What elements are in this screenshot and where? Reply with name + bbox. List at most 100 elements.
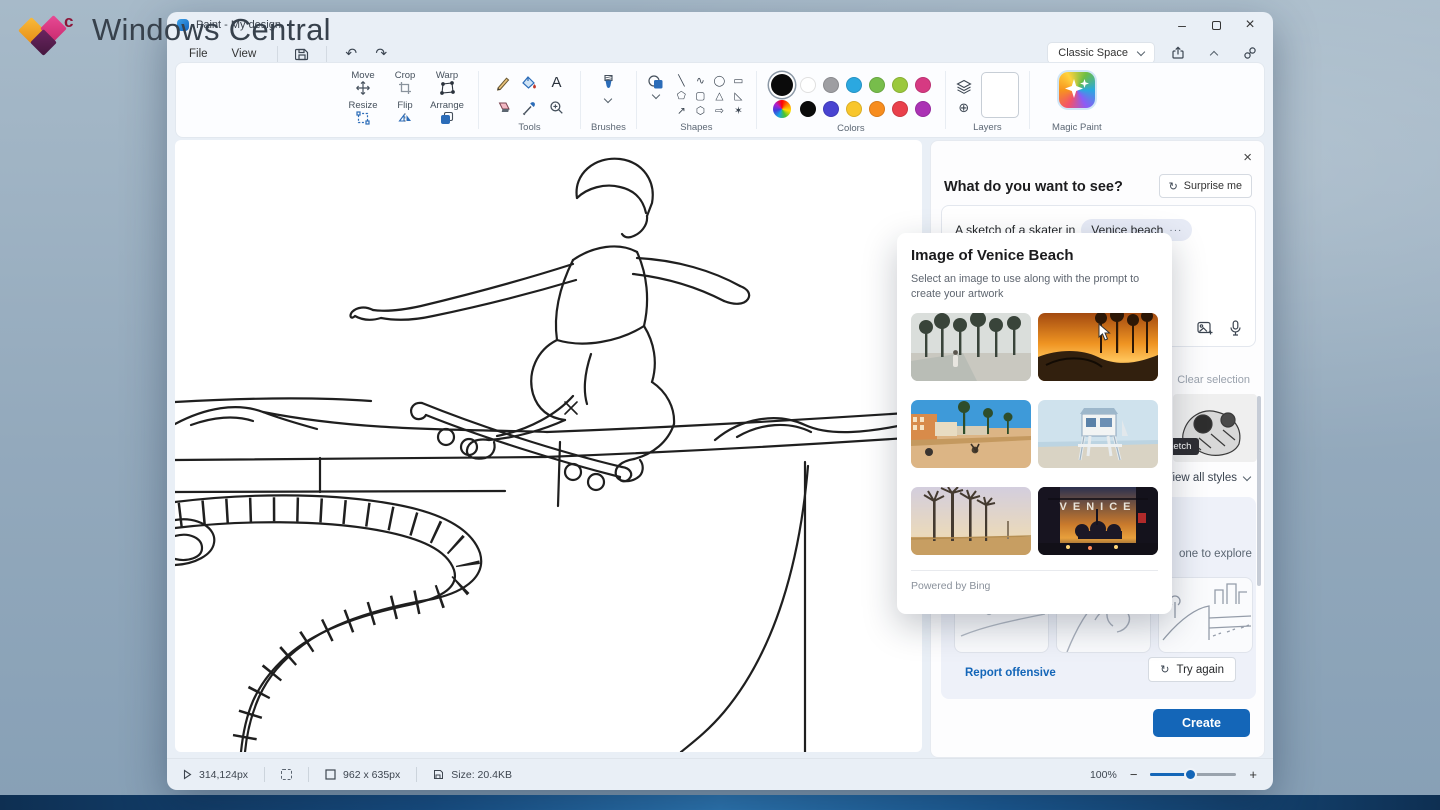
- zoom-in-button[interactable]: +: [1249, 767, 1257, 782]
- mouse-cursor-icon: [1098, 323, 1111, 341]
- share-icon[interactable]: [1165, 42, 1191, 64]
- rounded-rectangle-shape-icon[interactable]: ▢: [693, 90, 708, 103]
- shapes-icon: [647, 74, 665, 90]
- surprise-me-button[interactable]: ↻ Surprise me: [1159, 174, 1252, 198]
- microphone-icon[interactable]: [1230, 320, 1241, 336]
- results-hint-text: one to explore: [1179, 548, 1252, 560]
- crop-icon: [398, 81, 412, 95]
- minimize-button[interactable]: –: [1165, 12, 1199, 38]
- color-wheel-icon[interactable]: [773, 100, 791, 118]
- link-icon[interactable]: [1237, 42, 1263, 64]
- color-swatch[interactable]: [915, 101, 931, 117]
- pencil-tool[interactable]: [495, 75, 511, 91]
- arrange-tool[interactable]: Arrange: [426, 100, 468, 130]
- bing-image-sunset-skatepark[interactable]: [1038, 313, 1158, 381]
- color-swatch[interactable]: [800, 77, 816, 93]
- skater-sketch: [175, 140, 922, 752]
- bing-image-boardwalk-palms-overcast[interactable]: [911, 313, 1031, 381]
- style-thumbnail-ink-sketch[interactable]: Ink Sketch: [1173, 394, 1257, 462]
- brush-icon: [601, 74, 616, 94]
- hexagon-shape-icon[interactable]: ⬡: [693, 105, 708, 118]
- crop-tool[interactable]: Crop: [384, 70, 426, 100]
- arrow-shape-icon[interactable]: ↗: [674, 105, 689, 118]
- shape-picker-button[interactable]: [647, 70, 665, 118]
- color-swatch[interactable]: [823, 101, 839, 117]
- bing-image-lifeguard-tower[interactable]: [1038, 400, 1158, 468]
- chip-more-icon[interactable]: ···: [1169, 223, 1182, 238]
- panel-close-icon[interactable]: ×: [1243, 149, 1252, 166]
- magnifier-tool[interactable]: [549, 100, 564, 115]
- color-swatch[interactable]: [869, 101, 885, 117]
- arrange-section: Move Crop Warp Resize: [334, 63, 476, 137]
- windows-central-watermark: c Windows Central: [14, 6, 331, 54]
- curve-shape-icon[interactable]: ∿: [693, 75, 708, 88]
- text-tool[interactable]: A: [551, 74, 561, 91]
- tools-label: Tools: [489, 120, 570, 133]
- canvas-size-status: 962 x 635px: [325, 769, 400, 781]
- add-image-icon[interactable]: [1197, 321, 1214, 336]
- selection-icon: [281, 769, 292, 780]
- color-swatch[interactable]: [800, 101, 816, 117]
- chevron-down-icon: [604, 95, 612, 103]
- brushes-label: Brushes: [591, 120, 626, 133]
- color-swatch[interactable]: [846, 101, 862, 117]
- close-button[interactable]: ×: [1233, 12, 1267, 38]
- result-thumbnail[interactable]: [1158, 577, 1253, 653]
- flip-tool[interactable]: Flip: [384, 100, 426, 130]
- fill-tool[interactable]: [521, 75, 538, 91]
- color-swatch[interactable]: [823, 77, 839, 93]
- view-all-styles-link[interactable]: View all styles: [1165, 472, 1250, 484]
- collapse-ribbon-icon[interactable]: [1201, 42, 1227, 64]
- resize-icon: [356, 111, 370, 125]
- warp-tool[interactable]: Warp: [426, 70, 468, 100]
- eraser-tool[interactable]: [494, 100, 511, 115]
- try-again-button[interactable]: ↻ Try again: [1148, 657, 1236, 682]
- color-swatch[interactable]: [869, 77, 885, 93]
- layers-label: Layers: [956, 120, 1019, 133]
- theme-selector[interactable]: Classic Space: [1047, 42, 1155, 64]
- taskbar-wallpaper-strip: [0, 795, 1440, 810]
- color-swatch[interactable]: [892, 101, 908, 117]
- brushes-button[interactable]: [591, 70, 626, 102]
- clear-selection-label[interactable]: Clear selection: [1177, 374, 1250, 386]
- selected-color-swatch[interactable]: [771, 74, 793, 96]
- zoom-out-button[interactable]: −: [1130, 767, 1138, 782]
- venice-sign-text: VENICE: [1038, 501, 1158, 513]
- ellipse-shape-icon[interactable]: ◯: [712, 75, 727, 88]
- drawing-canvas[interactable]: [175, 140, 922, 752]
- layer-thumbnail[interactable]: [981, 72, 1019, 118]
- move-icon: [356, 81, 370, 95]
- color-swatch[interactable]: [846, 77, 862, 93]
- layers-section: ⊕ Layers: [948, 63, 1027, 137]
- create-button[interactable]: Create: [1153, 709, 1250, 737]
- report-offensive-link[interactable]: Report offensive: [965, 667, 1056, 679]
- refresh-icon: ↻: [1169, 180, 1178, 193]
- triangle-shape-icon[interactable]: △: [712, 90, 727, 103]
- zoom-slider[interactable]: [1150, 773, 1236, 776]
- eyedropper-tool[interactable]: [522, 100, 537, 116]
- polygon-shape-icon[interactable]: ⬠: [674, 90, 689, 103]
- maximize-button[interactable]: [1199, 12, 1233, 38]
- block-arrow-shape-icon[interactable]: ⇨: [712, 105, 727, 118]
- star-shape-icon[interactable]: ✶: [731, 105, 746, 118]
- bing-image-venice-sign-night[interactable]: VENICE: [1038, 487, 1158, 555]
- rectangle-shape-icon[interactable]: ▭: [731, 75, 746, 88]
- titlebar: Paint - My design – ×: [167, 12, 1273, 38]
- magic-paint-button[interactable]: [1059, 72, 1095, 108]
- zoom-slider-thumb[interactable]: [1184, 768, 1197, 781]
- cursor-icon: [183, 769, 192, 780]
- panel-scrollbar[interactable]: [1257, 396, 1261, 586]
- right-triangle-shape-icon[interactable]: ◺: [731, 90, 746, 103]
- move-tool[interactable]: Move: [342, 70, 384, 100]
- bing-image-palm-grove-dusk[interactable]: [911, 487, 1031, 555]
- cursor-position-status: 314,124px: [183, 769, 248, 781]
- color-swatch[interactable]: [915, 77, 931, 93]
- add-layer-icon[interactable]: ⊕: [958, 101, 969, 116]
- bing-image-beach-promenade-day[interactable]: [911, 400, 1031, 468]
- popup-title: Image of Venice Beach: [911, 247, 1158, 264]
- line-shape-icon[interactable]: ╲: [674, 75, 689, 88]
- resize-tool[interactable]: Resize: [342, 100, 384, 130]
- color-swatch[interactable]: [892, 77, 908, 93]
- tools-section: A Tools: [481, 63, 578, 137]
- magic-paint-section: Magic Paint: [1032, 63, 1122, 137]
